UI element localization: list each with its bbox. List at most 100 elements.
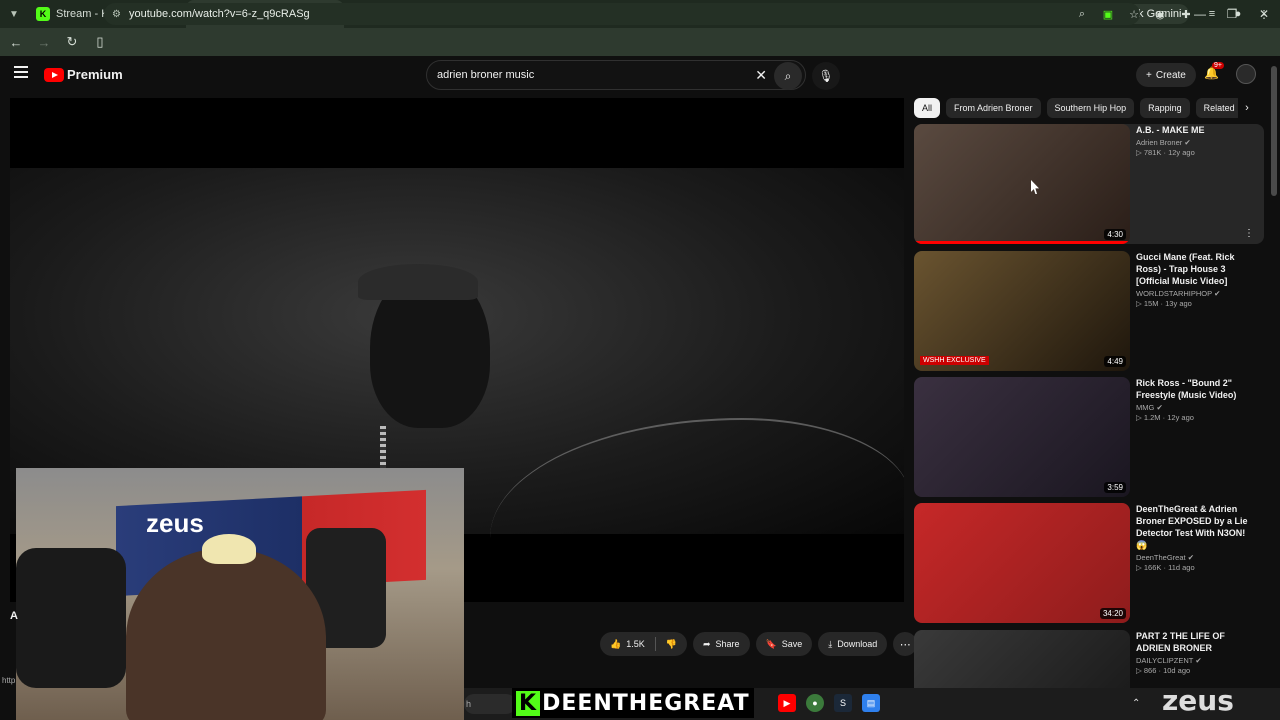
tab-favicon-icon: K bbox=[36, 7, 50, 21]
steam-taskbar-icon[interactable]: S bbox=[834, 694, 852, 712]
filter-chip[interactable]: From Adrien Broner bbox=[946, 98, 1041, 118]
verified-icon: ✔ bbox=[1156, 403, 1163, 412]
recommendation-item[interactable]: WSHH EXCLUSIVE 4:49 Gucci Mane (Feat. Rick… bbox=[914, 251, 1264, 371]
verified-icon: ✔ bbox=[1184, 138, 1191, 147]
upload-age: 12y ago bbox=[1167, 413, 1194, 422]
video-stats: ▷ 15M · 13y ago bbox=[1136, 299, 1192, 308]
like-dislike-group: 👍 1.5K 👎 bbox=[600, 632, 687, 656]
create-button[interactable]: + Create bbox=[1136, 63, 1196, 87]
video-thumbnail[interactable]: 34:20 bbox=[914, 503, 1130, 623]
reload-icon[interactable]: ↻ bbox=[60, 30, 84, 54]
video-thumbnail[interactable]: WSHH EXCLUSIVE 4:49 bbox=[914, 251, 1130, 371]
dislike-button[interactable]: 👎 bbox=[656, 632, 687, 656]
filter-chip[interactable]: Rapping bbox=[1140, 98, 1190, 118]
video-meta: A.B. - MAKE ME Adrien Broner ✔ ▷ 781K · 12… bbox=[1136, 124, 1256, 157]
scrollbar-thumb[interactable] bbox=[1271, 66, 1277, 196]
video-title[interactable]: PART 2 THE LIFE OF ADRIEN BRONER bbox=[1136, 630, 1256, 654]
tab-search-icon[interactable]: ▼ bbox=[0, 0, 28, 28]
avatar[interactable] bbox=[1236, 64, 1256, 84]
save-button[interactable]: 🔖 Save bbox=[755, 632, 813, 656]
thumbs-up-icon: 👍 bbox=[610, 638, 622, 649]
extensions-puzzle-icon[interactable]: ✚ bbox=[1176, 4, 1196, 24]
thumbnail-badge: WSHH EXCLUSIVE bbox=[920, 356, 989, 365]
views-icon: ▷ bbox=[1136, 666, 1142, 675]
share-label: Share bbox=[715, 639, 740, 649]
profile-icon[interactable]: ◉ bbox=[1150, 4, 1170, 24]
video-meta: PART 2 THE LIFE OF ADRIEN BRONER DAILYCLI… bbox=[1136, 630, 1256, 675]
like-button[interactable]: 👍 1.5K bbox=[600, 632, 655, 656]
toolbar-right-icons: ⌕ ▣ ☆ ◉ ✚ ≡ ● ⋮ bbox=[1072, 4, 1274, 24]
address-bar[interactable]: ⚙ youtube.com/watch?v=6-z_q9cRASg bbox=[104, 3, 1140, 25]
taskbar-apps: ▶ ● S ▤ bbox=[778, 694, 880, 712]
video-menu-kebab-icon[interactable]: ⋮ bbox=[1244, 228, 1254, 239]
video-thumbnail[interactable]: 3:59 bbox=[914, 377, 1130, 497]
channel-name-text: DeenTheGreat bbox=[1136, 553, 1186, 562]
zoom-icon[interactable]: ⌕ bbox=[1072, 4, 1092, 24]
search-icon[interactable]: ⌕ bbox=[774, 62, 802, 90]
share-button[interactable]: ➦ Share bbox=[692, 632, 750, 656]
taskbar-search[interactable]: h bbox=[464, 694, 516, 714]
filter-chips: All From Adrien Broner Southern Hip Hop Rap… bbox=[914, 98, 1260, 118]
filter-chip[interactable]: Related bbox=[1195, 98, 1243, 118]
site-info-icon[interactable]: ⚙ bbox=[112, 9, 121, 20]
microphone-icon[interactable]: 🎙 bbox=[812, 62, 840, 90]
like-count: 1.5K bbox=[626, 639, 645, 649]
channel-name-text: WORLDSTARHIPHOP bbox=[1136, 289, 1212, 298]
video-title[interactable]: DeenTheGreat & Adrien Broner EXPOSED by … bbox=[1136, 503, 1256, 551]
truncated-title: A bbox=[10, 610, 18, 622]
sidebar-icon[interactable]: ▯ bbox=[88, 30, 112, 54]
video-title[interactable]: Gucci Mane (Feat. Rick Ross) - Trap Hous… bbox=[1136, 251, 1256, 287]
channel-name[interactable]: MMG ✔ bbox=[1136, 403, 1256, 412]
clear-search-icon[interactable]: ✕ bbox=[755, 67, 767, 84]
thumbs-down-icon: 👎 bbox=[665, 638, 677, 649]
download-button[interactable]: ⤓ Download bbox=[818, 632, 888, 656]
screen: ▼ KStream - Kick Dashboard✕▶(26) AB feat… bbox=[0, 0, 1280, 720]
video-title[interactable]: Rick Ross - "Bound 2" Freestyle (Music V… bbox=[1136, 377, 1256, 401]
video-meta: Rick Ross - "Bound 2" Freestyle (Music V… bbox=[1136, 377, 1256, 422]
channel-name[interactable]: WORLDSTARHIPHOP ✔ bbox=[1136, 289, 1256, 298]
channel-name[interactable]: DAILYCLIPZENT ✔ bbox=[1136, 656, 1256, 665]
chevron-right-icon[interactable]: › bbox=[1238, 98, 1256, 118]
guide-menu-icon[interactable] bbox=[14, 66, 28, 78]
menu-kebab-icon[interactable]: ⋮ bbox=[1254, 4, 1274, 24]
video-title[interactable]: A.B. - MAKE ME bbox=[1136, 124, 1256, 136]
download-icon: ⤓ bbox=[828, 638, 833, 649]
filter-chip[interactable]: Southern Hip Hop bbox=[1046, 98, 1135, 118]
page-scrollbar[interactable] bbox=[1270, 60, 1278, 720]
video-thumbnail[interactable]: 4:30 bbox=[914, 124, 1130, 244]
save-label: Save bbox=[781, 639, 803, 649]
extension-icon[interactable]: ▣ bbox=[1098, 4, 1118, 24]
verified-icon: ✔ bbox=[1187, 553, 1195, 562]
video-stats: ▷ 866 · 10d ago bbox=[1136, 666, 1191, 675]
webcam-overlay: zeus bbox=[16, 468, 464, 720]
notifications-bell-icon[interactable]: 🔔 9+ bbox=[1204, 62, 1224, 82]
video-duration: 4:30 bbox=[1104, 229, 1126, 240]
streamer-name-banner: K DEENTHEGREAT bbox=[512, 688, 754, 718]
channel-name[interactable]: Adrien Broner ✔ bbox=[1136, 138, 1256, 147]
taskbar-search-text: h bbox=[466, 699, 472, 709]
recommendation-item[interactable]: 4:30 A.B. - MAKE ME Adrien Broner ✔ ▷ 781K … bbox=[914, 124, 1264, 244]
recommendation-item[interactable]: 34:20 DeenTheGreat & Adrien Broner EXPOSE… bbox=[914, 503, 1264, 623]
youtube-logo[interactable]: Premium bbox=[44, 67, 123, 82]
recommendation-item[interactable]: 3:59 Rick Ross - "Bound 2" Freestyle (Mus… bbox=[914, 377, 1264, 497]
app-taskbar-icon[interactable]: ▤ bbox=[862, 694, 880, 712]
filter-chip[interactable]: All bbox=[914, 98, 941, 118]
webcam-streamer-hair bbox=[202, 534, 256, 564]
view-count: 1.2M bbox=[1143, 413, 1161, 422]
tray-chevron-up-icon[interactable]: ⌃ bbox=[1132, 698, 1140, 709]
forward-icon[interactable]: → bbox=[32, 30, 56, 54]
channel-name[interactable]: DeenTheGreat ✔ bbox=[1136, 553, 1256, 562]
video-stats: ▷ 1.2M · 12y ago bbox=[1136, 413, 1194, 422]
channel-name-text: Adrien Broner bbox=[1136, 138, 1183, 147]
account-icon[interactable]: ● bbox=[1228, 4, 1248, 24]
bookmark-star-icon[interactable]: ☆ bbox=[1124, 4, 1144, 24]
back-icon[interactable]: ← bbox=[4, 30, 28, 54]
youtube-taskbar-icon[interactable]: ▶ bbox=[778, 694, 796, 712]
search-input[interactable]: adrien broner music ✕ bbox=[426, 60, 806, 90]
view-count: 781K bbox=[1143, 148, 1162, 157]
reading-list-icon[interactable]: ≡ bbox=[1202, 4, 1222, 24]
channel-name-text: DAILYCLIPZENT bbox=[1136, 656, 1194, 665]
chrome-taskbar-icon[interactable]: ● bbox=[806, 694, 824, 712]
video-figure-cap bbox=[358, 264, 478, 300]
view-count: 166K bbox=[1143, 563, 1162, 572]
